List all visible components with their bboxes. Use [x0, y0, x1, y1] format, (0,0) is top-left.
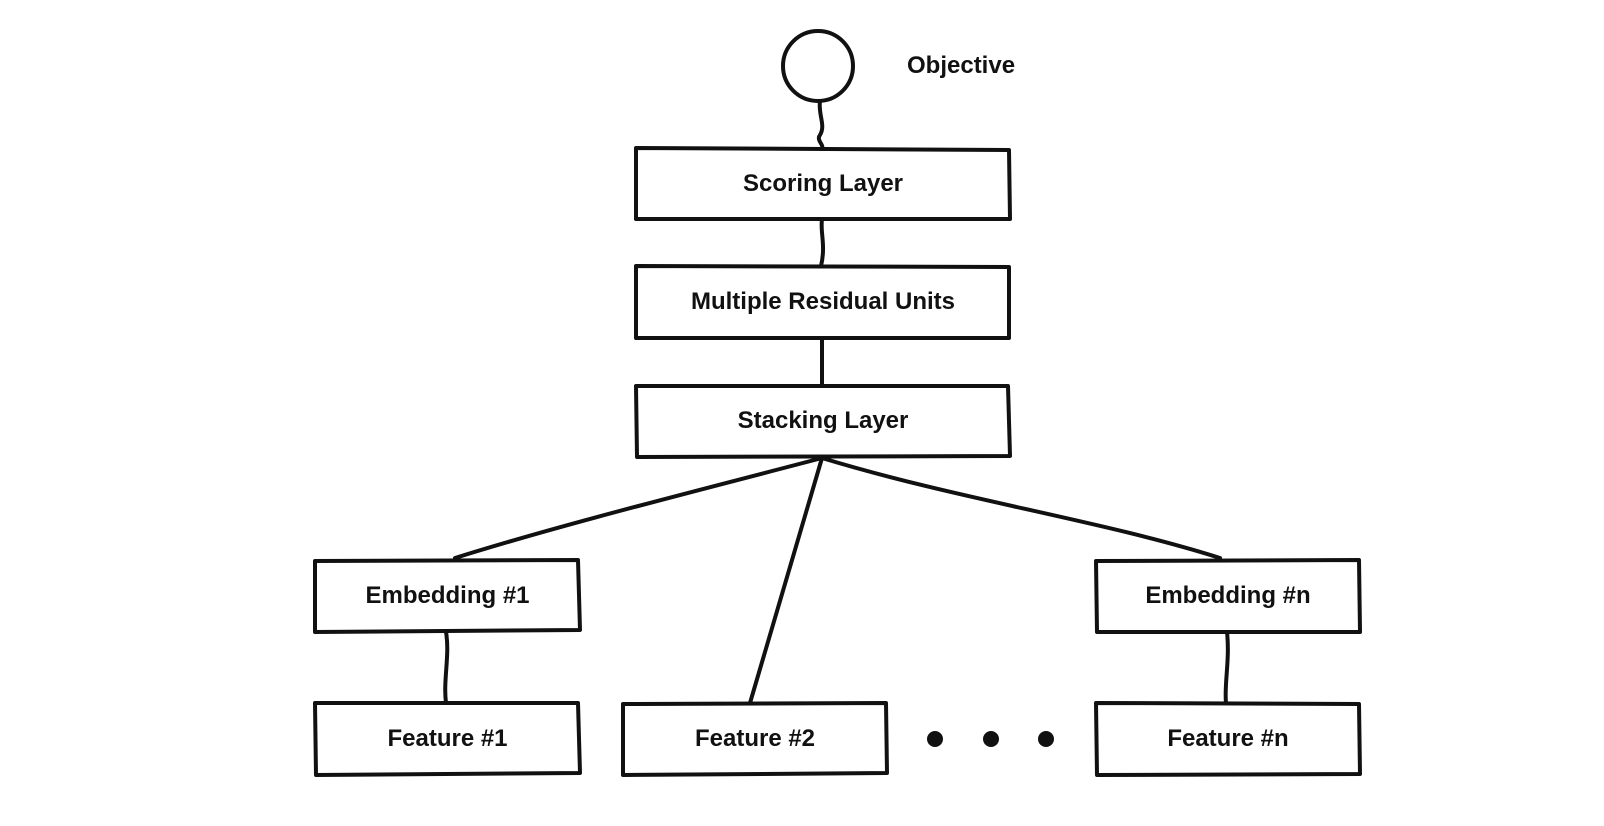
- feature-n-label: Feature #n: [1167, 725, 1289, 752]
- ellipsis-dot: [1038, 731, 1054, 747]
- feature-2-label: Feature #2: [694, 725, 816, 752]
- ellipsis-dot: [927, 731, 943, 747]
- edge-objective-scoring: [816, 99, 825, 150]
- embedding-n-label: Embedding #n: [1145, 582, 1311, 609]
- edge-stacking-feature2: [748, 456, 824, 705]
- scoring-layer-label: Scoring Layer: [742, 169, 904, 197]
- edge-scoring-residual: [819, 217, 825, 268]
- embedding-1-label: Embedding #1: [365, 582, 530, 609]
- edge-embeddingn-feature n: [1223, 630, 1230, 705]
- edge-stacking-embeddingn: [820, 456, 1222, 560]
- objective-label: Objective: [907, 52, 1016, 79]
- edge-stacking-embedding1: [453, 456, 824, 560]
- feature-1-label: Feature #1: [387, 725, 508, 752]
- residual-units-label: Multiple Residual Units: [690, 288, 956, 315]
- edge-embedding1-feature1: [443, 630, 450, 705]
- ellipsis-dot: [983, 731, 999, 747]
- objective-node: [781, 29, 855, 103]
- stacking-layer-label: Stacking Layer: [737, 407, 909, 434]
